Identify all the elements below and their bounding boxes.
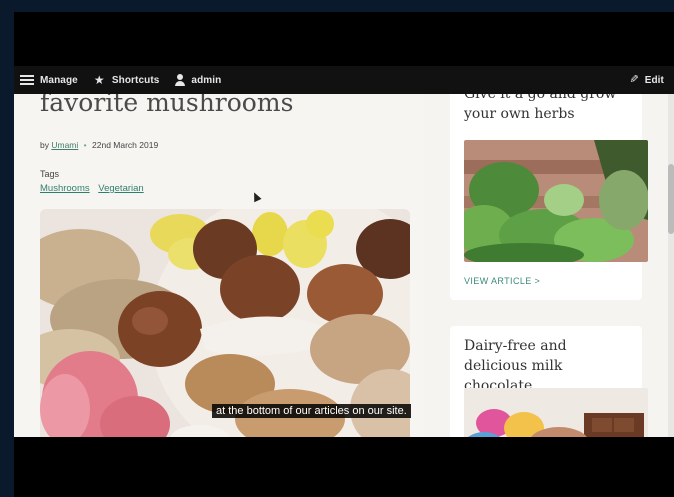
- manage-button[interactable]: Manage: [14, 75, 86, 86]
- shortcuts-label: Shortcuts: [111, 74, 160, 86]
- mushrooms-illustration: [40, 209, 410, 437]
- scrollbar-thumb[interactable]: [668, 164, 674, 234]
- chocolate-illustration: [464, 388, 648, 437]
- pencil-icon: ✎: [626, 74, 639, 84]
- shortcuts-button[interactable]: ★ Shortcuts: [86, 74, 168, 86]
- card-title-herbs[interactable]: Give it a go and grow your own herbs: [464, 94, 634, 124]
- video-subtitle: at the bottom of our articles on our sit…: [212, 404, 411, 418]
- admin-toolbar: Manage ★ Shortcuts admin ✎ Edit: [14, 66, 674, 94]
- user-button[interactable]: admin: [167, 74, 229, 86]
- video-player[interactable]: Manage ★ Shortcuts admin ✎ Edit favorite…: [14, 12, 674, 497]
- website-screen: Manage ★ Shortcuts admin ✎ Edit favorite…: [14, 66, 674, 437]
- video-frame: Manage ★ Shortcuts admin ✎ Edit favorite…: [0, 0, 674, 497]
- mouse-cursor-icon: [250, 190, 262, 203]
- user-label: admin: [191, 74, 222, 86]
- publish-date: 22nd March 2019: [92, 140, 159, 150]
- edit-label: Edit: [644, 74, 664, 86]
- chocolate-image[interactable]: [464, 388, 648, 437]
- tag-list: Mushrooms Vegetarian: [40, 183, 150, 194]
- byline-separator: •: [83, 140, 87, 150]
- tag-vegetarian[interactable]: Vegetarian: [98, 183, 143, 194]
- author-link[interactable]: Umami: [51, 140, 78, 150]
- menu-icon: [20, 75, 34, 85]
- card-title-chocolate[interactable]: Dairy-free and delicious milk chocolate: [464, 336, 634, 396]
- herbs-image[interactable]: [464, 140, 648, 262]
- byline-prefix: by: [40, 140, 49, 150]
- tag-mushrooms[interactable]: Mushrooms: [40, 183, 90, 194]
- tags-label: Tags: [40, 169, 60, 179]
- sidebar: Give it a go and grow your own herbs VIE…: [442, 94, 674, 437]
- edit-button[interactable]: ✎ Edit: [619, 74, 674, 86]
- hero-image: [40, 209, 410, 437]
- article-main: favorite mushrooms by Umami • 22nd March…: [14, 94, 424, 437]
- byline: by Umami • 22nd March 2019: [40, 140, 158, 150]
- article-card-chocolate[interactable]: Dairy-free and delicious milk chocolate: [450, 326, 648, 437]
- star-icon: ★: [93, 73, 105, 87]
- article-card-herbs[interactable]: Give it a go and grow your own herbs VIE…: [450, 94, 648, 300]
- herbs-illustration: [464, 140, 648, 262]
- user-icon: [175, 74, 186, 86]
- view-article-link[interactable]: VIEW ARTICLE >: [464, 276, 540, 286]
- manage-label: Manage: [40, 74, 78, 86]
- page-scrollbar[interactable]: [668, 94, 674, 437]
- page-title: favorite mushrooms: [40, 94, 294, 117]
